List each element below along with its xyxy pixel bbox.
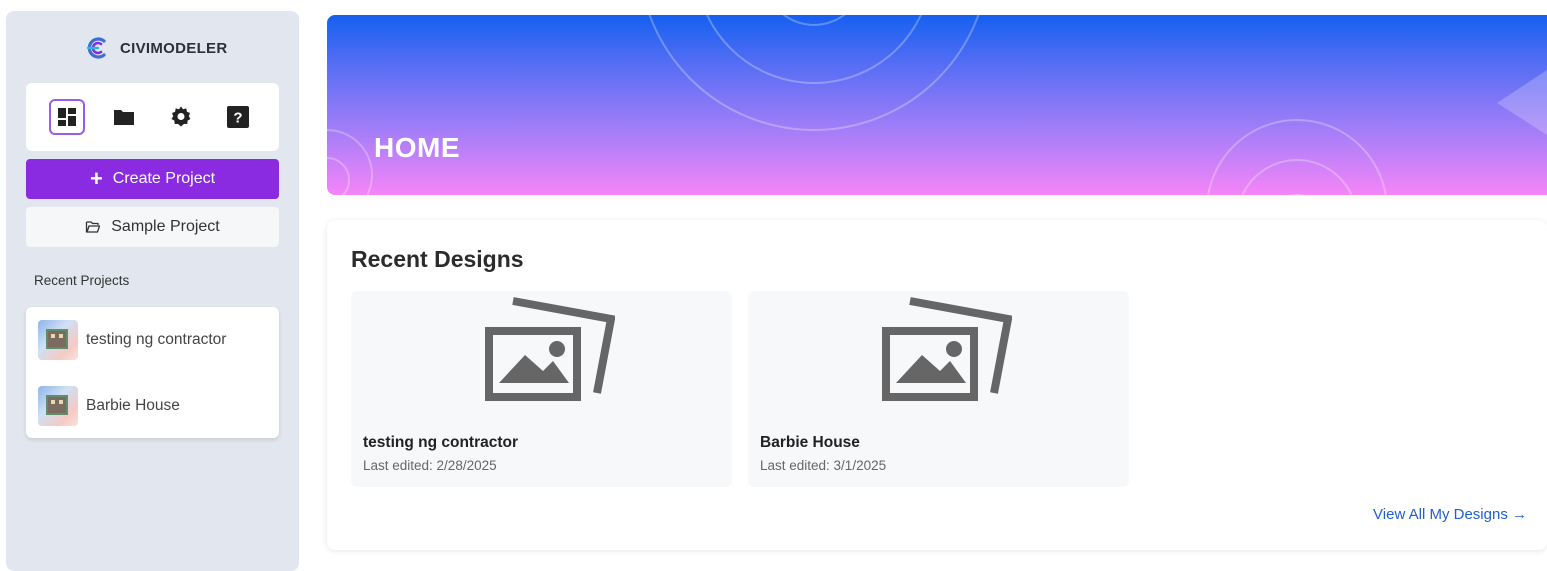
nav-dashboard-button[interactable] (49, 99, 85, 135)
svg-text:?: ? (233, 110, 242, 127)
design-card[interactable]: Barbie House Last edited: 3/1/2025 (748, 291, 1129, 487)
gear-icon (171, 106, 191, 127)
design-last-edited: Last edited: 3/1/2025 (760, 458, 887, 473)
dashboard-icon (58, 108, 76, 126)
recent-designs-heading: Recent Designs (351, 246, 524, 272)
nav-settings-button[interactable] (163, 99, 199, 135)
recent-designs-panel: Recent Designs testing ng contractor Las… (327, 220, 1547, 550)
create-project-label: Create Project (112, 170, 216, 187)
design-card[interactable]: testing ng contractor Last edited: 2/28/… (351, 291, 732, 487)
recent-projects-heading: Recent Projects (34, 273, 130, 288)
brand[interactable]: CIVIMODELER (84, 35, 227, 61)
recent-projects-list: testing ng contractor Barbie House (26, 307, 279, 438)
nav-folder-button[interactable] (106, 99, 142, 135)
page-title: HOME (374, 132, 460, 163)
help-icon: ? (227, 106, 249, 128)
sidebar: CIVIMODELER ? + Create Project Sample Pr… (6, 11, 299, 571)
project-thumbnail (38, 386, 78, 426)
sample-project-label: Sample Project (111, 218, 220, 235)
civimodeler-logo-icon (86, 37, 106, 59)
brand-name: CIVIMODELER (120, 39, 228, 57)
sample-project-button[interactable]: Sample Project (26, 207, 279, 247)
view-all-designs-link[interactable]: View All My Designs → (1373, 506, 1527, 523)
create-project-button[interactable]: + Create Project (26, 159, 279, 199)
recent-project-name: testing ng contractor (86, 331, 227, 348)
nav-help-button[interactable]: ? (220, 99, 256, 135)
folder-open-icon (86, 221, 101, 233)
recent-project-item[interactable]: Barbie House (38, 386, 180, 426)
project-thumbnail (38, 320, 78, 360)
image-placeholder-icon (882, 297, 1012, 401)
folder-icon (114, 110, 134, 125)
plus-icon: + (89, 166, 103, 191)
nav-bar: ? (26, 83, 279, 151)
design-last-edited: Last edited: 2/28/2025 (363, 458, 497, 473)
recent-project-item[interactable]: testing ng contractor (38, 320, 226, 360)
recent-project-name: Barbie House (86, 397, 180, 414)
hero-banner: HOME (327, 15, 1547, 195)
design-name: testing ng contractor (363, 434, 519, 451)
image-placeholder-icon (485, 297, 615, 401)
design-name: Barbie House (760, 434, 860, 451)
decorative-circles (327, 15, 1547, 195)
